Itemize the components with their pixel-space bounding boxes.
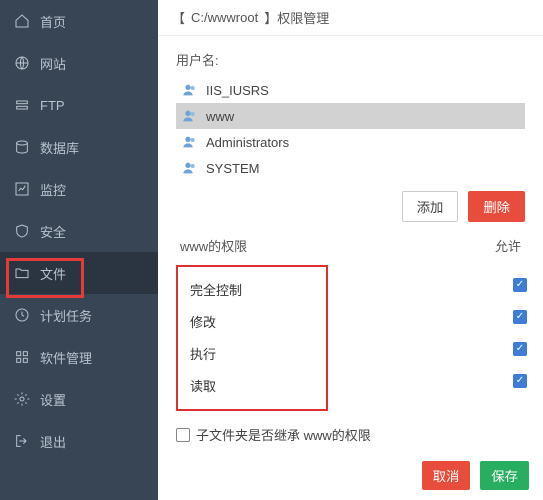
user-name: SYSTEM (206, 161, 259, 176)
sidebar-item-ftp[interactable]: FTP (0, 84, 158, 126)
globe-icon (14, 55, 30, 71)
perm-name: 读取 (190, 376, 216, 395)
sidebar-item-monitor[interactable]: 监控 (0, 168, 158, 210)
sidebar-item-label: 监控 (40, 180, 66, 199)
user-row[interactable]: www (176, 103, 525, 129)
sidebar-item-label: 退出 (40, 432, 66, 451)
users-icon (182, 160, 198, 176)
sidebar-item-home[interactable]: 首页 (0, 0, 158, 42)
user-row[interactable]: SYSTEM (176, 155, 525, 181)
main-panel: 【C:/wwwroot】权限管理 用户名: IIS_IUSRS www Admi… (158, 0, 543, 500)
highlight-box: 完全控制 修改 执行 读取 (176, 265, 328, 411)
user-name: IIS_IUSRS (206, 83, 269, 98)
inherit-checkbox[interactable] (176, 428, 190, 442)
sidebar-item-label: 数据库 (40, 138, 79, 157)
user-name: www (206, 109, 234, 124)
sidebar-item-label: 网站 (40, 54, 66, 73)
user-list: IIS_IUSRS www Administrators SYSTEM (176, 77, 525, 181)
users-icon (182, 134, 198, 150)
perm-header: www的权限 (180, 236, 247, 255)
perm-name: 执行 (190, 344, 216, 363)
user-row[interactable]: Administrators (176, 129, 525, 155)
user-row[interactable]: IIS_IUSRS (176, 77, 525, 103)
perm-checkbox[interactable]: ✓ (513, 374, 527, 388)
sidebar-item-label: 首页 (40, 12, 66, 31)
delete-button[interactable]: 删除 (468, 191, 525, 222)
perm-checkbox[interactable]: ✓ (513, 278, 527, 292)
sidebar-item-label: 安全 (40, 222, 66, 241)
users-icon (182, 82, 198, 98)
sidebar-item-settings[interactable]: 设置 (0, 378, 158, 420)
sidebar-item-exit[interactable]: 退出 (0, 420, 158, 462)
sidebar-item-security[interactable]: 安全 (0, 210, 158, 252)
add-button[interactable]: 添加 (402, 191, 459, 222)
database-icon (14, 139, 30, 155)
user-label: 用户名: (176, 50, 525, 69)
chart-icon (14, 181, 30, 197)
save-button[interactable]: 保存 (480, 461, 529, 490)
perm-checkbox[interactable]: ✓ (513, 342, 527, 356)
inherit-label: 子文件夹是否继承 www的权限 (196, 425, 371, 444)
shield-icon (14, 223, 30, 239)
sidebar-item-label: 设置 (40, 390, 66, 409)
home-icon (14, 13, 30, 29)
gear-icon (14, 391, 30, 407)
sidebar-item-software[interactable]: 软件管理 (0, 336, 158, 378)
grid-icon (14, 349, 30, 365)
allow-header: 允许 (495, 236, 521, 255)
ftp-icon (14, 97, 30, 113)
sidebar-item-file[interactable]: 文件 (0, 252, 158, 294)
sidebar-item-label: 计划任务 (40, 306, 92, 325)
folder-icon (14, 265, 30, 281)
sidebar-item-db[interactable]: 数据库 (0, 126, 158, 168)
cancel-button[interactable]: 取消 (422, 461, 471, 490)
users-icon (182, 108, 198, 124)
dialog-title: 【C:/wwwroot】权限管理 (158, 0, 543, 36)
clock-icon (14, 307, 30, 323)
sidebar-item-cron[interactable]: 计划任务 (0, 294, 158, 336)
user-name: Administrators (206, 135, 289, 150)
exit-icon (14, 433, 30, 449)
sidebar-item-label: 软件管理 (40, 348, 92, 367)
sidebar-item-label: 文件 (40, 264, 66, 283)
perm-name: 完全控制 (190, 280, 242, 299)
perm-checkbox[interactable]: ✓ (513, 310, 527, 324)
sidebar-item-site[interactable]: 网站 (0, 42, 158, 84)
perm-name: 修改 (190, 312, 216, 331)
sidebar-item-label: FTP (40, 98, 65, 113)
sidebar: 首页 网站 FTP 数据库 监控 安全 文件 计划任务 软件管理 设置 退出 (0, 0, 158, 500)
